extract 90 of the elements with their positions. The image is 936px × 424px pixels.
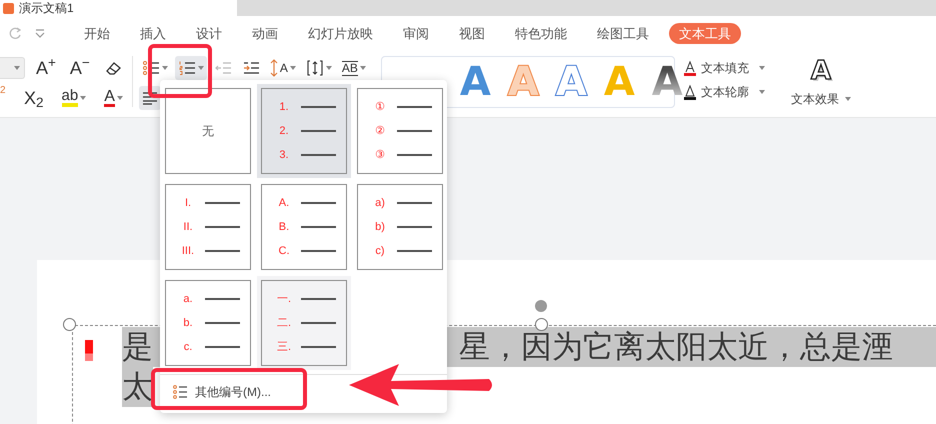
numbering-option[interactable]: a) b) c) bbox=[357, 184, 443, 270]
slide-text: 是 bbox=[122, 328, 153, 366]
menu-tab[interactable]: 开始 bbox=[74, 22, 120, 44]
grow-font-button[interactable]: A$^{+}$ bbox=[33, 56, 59, 80]
list-marker: 1. bbox=[278, 100, 290, 115]
list-marker: c. bbox=[182, 340, 194, 355]
menu-tab[interactable]: 视图 bbox=[449, 22, 495, 44]
resize-handle[interactable] bbox=[63, 318, 76, 331]
font-color-button[interactable]: A bbox=[101, 86, 126, 110]
placeholder-line bbox=[301, 250, 336, 252]
placeholder-line bbox=[301, 154, 336, 156]
text-direction-button[interactable]: AB bbox=[338, 56, 369, 80]
shrink-font-button[interactable]: A$^{−}$ bbox=[66, 56, 93, 80]
placeholder-line bbox=[205, 298, 240, 300]
list-marker: 二. bbox=[276, 316, 292, 331]
list-marker: III. bbox=[180, 244, 196, 259]
text-fill-button[interactable]: 文本填充 bbox=[680, 58, 767, 78]
menu-tab[interactable]: 特色功能 bbox=[505, 22, 577, 44]
text-fill-icon bbox=[682, 60, 697, 76]
highlight-button[interactable]: ab bbox=[58, 86, 90, 110]
placeholder-line bbox=[397, 202, 432, 204]
numbering-option[interactable]: I. II. III. bbox=[165, 184, 251, 270]
menu-tab[interactable]: 动画 bbox=[242, 22, 288, 44]
list-marker: a. bbox=[182, 292, 194, 307]
text-outline-icon bbox=[682, 84, 697, 100]
resize-handle[interactable] bbox=[535, 318, 548, 331]
line-spacing-button[interactable]: A bbox=[266, 56, 299, 80]
bulleted-list-icon bbox=[142, 60, 160, 76]
spacing-icon bbox=[306, 59, 324, 77]
placeholder-line bbox=[205, 346, 240, 348]
placeholder-line bbox=[301, 226, 336, 228]
menu-tab[interactable]: 审阅 bbox=[393, 22, 439, 44]
placeholder-line bbox=[301, 202, 336, 204]
placeholder-line bbox=[397, 130, 432, 132]
list-marker: ③ bbox=[374, 148, 386, 163]
menu-tab[interactable]: 设计 bbox=[186, 22, 232, 44]
numbered-list-icon bbox=[178, 60, 196, 76]
list-marker: ① bbox=[374, 100, 386, 115]
customize-icon[interactable] bbox=[34, 28, 46, 38]
placeholder-line bbox=[397, 226, 432, 228]
placeholder-line bbox=[301, 298, 336, 300]
menu-tab[interactable]: 幻灯片放映 bbox=[298, 22, 383, 44]
list-marker: I. bbox=[184, 196, 192, 211]
font-size-field[interactable] bbox=[0, 57, 25, 79]
placeholder-line bbox=[205, 250, 240, 252]
numbering-option[interactable]: ① ② ③ bbox=[357, 88, 443, 174]
list-marker: c) bbox=[374, 244, 386, 259]
list-marker: A. bbox=[278, 196, 290, 211]
placeholder-line bbox=[205, 322, 240, 324]
list-marker: b. bbox=[182, 316, 194, 331]
highlight-frame bbox=[148, 44, 212, 98]
document-icon bbox=[3, 2, 14, 14]
list-marker: C. bbox=[278, 244, 290, 259]
menu-tab[interactable]: 绘图工具 bbox=[587, 22, 659, 44]
list-marker: a) bbox=[374, 196, 386, 211]
text-effect-button[interactable]: A 文本效果 bbox=[784, 56, 857, 117]
list-marker: 3. bbox=[278, 148, 290, 163]
subscript-button[interactable]: X$_{2}$ bbox=[21, 86, 47, 110]
list-marker: B. bbox=[278, 220, 290, 235]
placeholder-line bbox=[205, 226, 240, 228]
eraser-icon bbox=[104, 60, 122, 76]
placeholder-line bbox=[301, 346, 336, 348]
list-marker: II. bbox=[182, 220, 194, 235]
placeholder-line bbox=[301, 106, 336, 108]
align-left-icon bbox=[142, 91, 158, 105]
placeholder-line bbox=[397, 250, 432, 252]
list-marker: 一. bbox=[276, 292, 292, 307]
rotate-handle[interactable] bbox=[535, 300, 547, 312]
menu-tab[interactable]: 插入 bbox=[130, 22, 176, 44]
numbering-option[interactable]: 无 bbox=[165, 88, 251, 174]
numbering-option[interactable]: a. b. c. bbox=[165, 280, 251, 366]
placeholder-line bbox=[301, 130, 336, 132]
slide-text: 星，因为它离太阳太近，总是湮 bbox=[459, 328, 893, 366]
numbering-option[interactable]: A. B. C. bbox=[261, 184, 347, 270]
numbered-list-icon bbox=[173, 385, 187, 399]
document-tab[interactable]: 演示文稿1 bbox=[19, 1, 74, 15]
slide-text: 太 bbox=[122, 368, 153, 406]
list-marker: 2. bbox=[278, 124, 290, 139]
arrows-icon bbox=[270, 59, 278, 77]
outdent-icon bbox=[214, 60, 232, 76]
placeholder-line bbox=[301, 322, 336, 324]
text-style[interactable]: A bbox=[556, 62, 587, 102]
placeholder-line bbox=[397, 106, 432, 108]
list-marker: ② bbox=[374, 124, 386, 139]
list-marker: b) bbox=[374, 220, 386, 235]
placeholder-line bbox=[205, 202, 240, 204]
placeholder-line bbox=[397, 154, 432, 156]
numbering-button[interactable] bbox=[174, 56, 207, 80]
list-marker: 三. bbox=[276, 340, 292, 355]
indent-icon bbox=[242, 60, 260, 76]
